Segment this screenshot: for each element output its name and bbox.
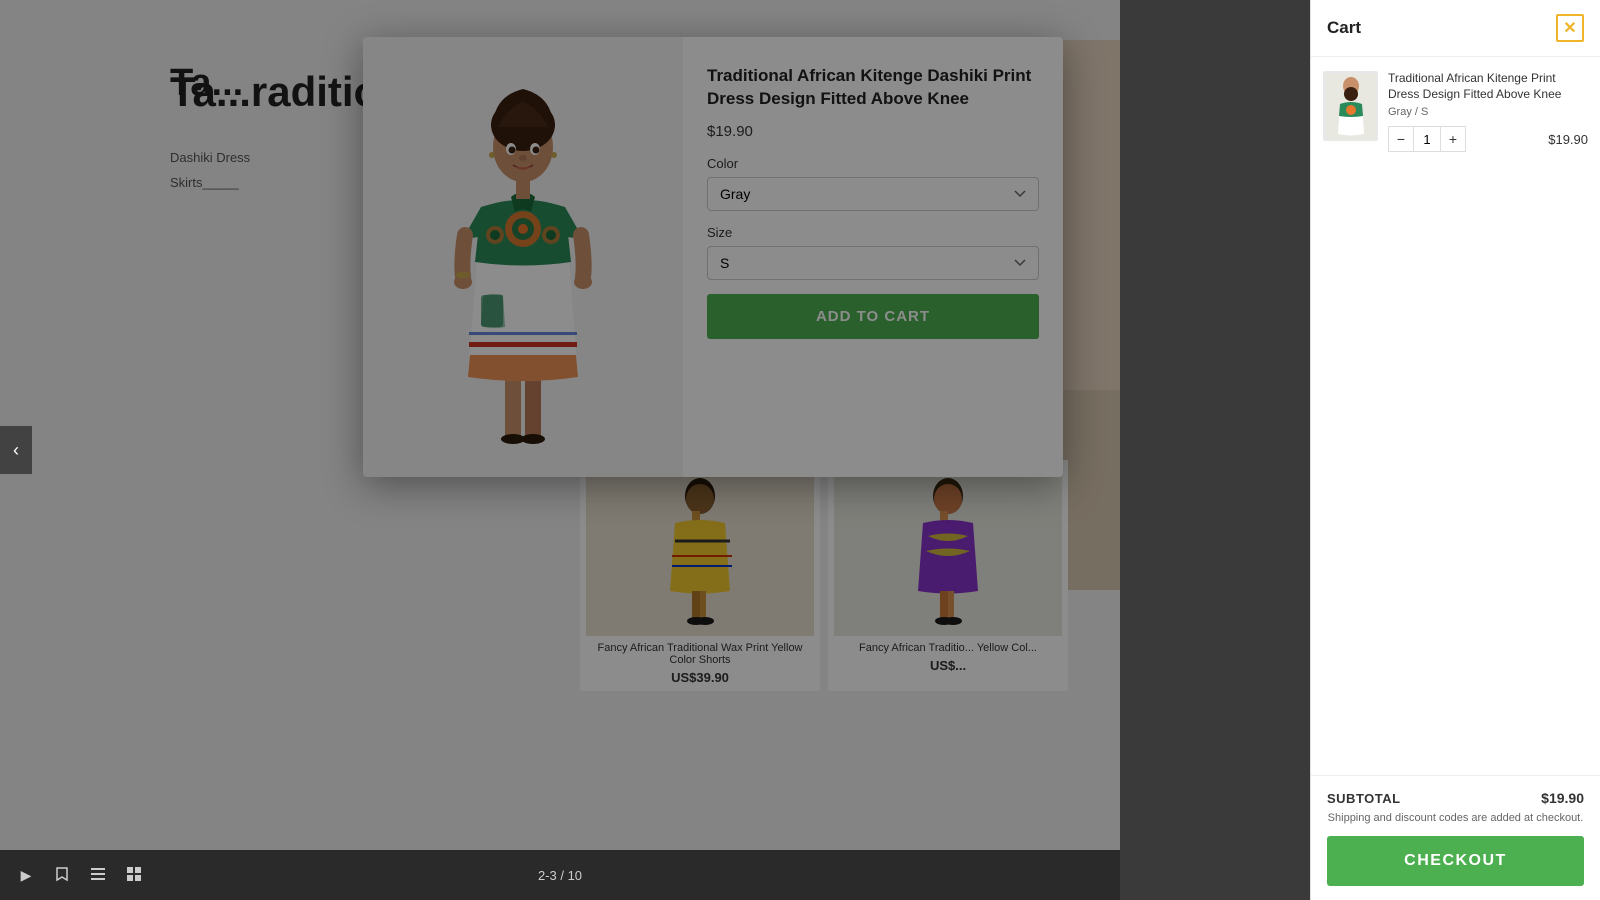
subtotal-label: SUBTOTAL [1327, 791, 1401, 806]
background-page: Ta...raditional African Kitenge Ta... Da… [0, 0, 1120, 900]
quantity-increase-button[interactable]: + [1441, 127, 1465, 151]
cart-item-info: Traditional African Kitenge Print Dress … [1388, 71, 1588, 152]
cart-items-list: Traditional African Kitenge Print Dress … [1311, 57, 1600, 775]
cart-close-button[interactable]: ✕ [1556, 14, 1584, 42]
modal-overlay [0, 0, 1120, 900]
bookmark-icon [55, 866, 69, 885]
quantity-value: 1 [1413, 127, 1441, 151]
bottom-toolbar: ▶ [0, 850, 1120, 900]
cart-item-variant: Gray / S [1388, 106, 1588, 118]
cart-item: Traditional African Kitenge Print Dress … [1323, 71, 1588, 152]
quantity-decrease-button[interactable]: − [1389, 127, 1413, 151]
cart-item-qty-row: − 1 + $19.90 [1388, 126, 1588, 152]
play-icon: ▶ [21, 867, 32, 884]
list-view-button[interactable] [84, 861, 112, 889]
list-icon [91, 867, 105, 883]
cart-footer: SUBTOTAL $19.90 Shipping and discount co… [1311, 775, 1600, 900]
cart-item-image [1323, 71, 1378, 141]
grid-view-button[interactable] [120, 861, 148, 889]
grid-icon [127, 867, 141, 884]
cart-header: Cart ✕ [1311, 0, 1600, 57]
chevron-left-icon: ‹ [13, 440, 19, 461]
cart-sidebar: Cart ✕ Traditional African Kitenge Print… [1310, 0, 1600, 900]
checkout-button[interactable]: CHECKOUT [1327, 836, 1584, 886]
bookmark-button[interactable] [48, 861, 76, 889]
quantity-controls: − 1 + [1388, 126, 1466, 152]
cart-title: Cart [1327, 18, 1361, 38]
subtotal-value: $19.90 [1541, 790, 1584, 806]
prev-nav-arrow[interactable]: ‹ [0, 426, 32, 474]
close-icon: ✕ [1563, 18, 1576, 38]
cart-item-price: $19.90 [1548, 132, 1588, 147]
page-indicator: 2-3 / 10 [538, 868, 582, 883]
shipping-note: Shipping and discount codes are added at… [1327, 812, 1584, 824]
toolbar-controls: ▶ [12, 861, 148, 889]
cart-item-name: Traditional African Kitenge Print Dress … [1388, 71, 1588, 102]
play-button[interactable]: ▶ [12, 861, 40, 889]
subtotal-row: SUBTOTAL $19.90 [1327, 790, 1584, 806]
